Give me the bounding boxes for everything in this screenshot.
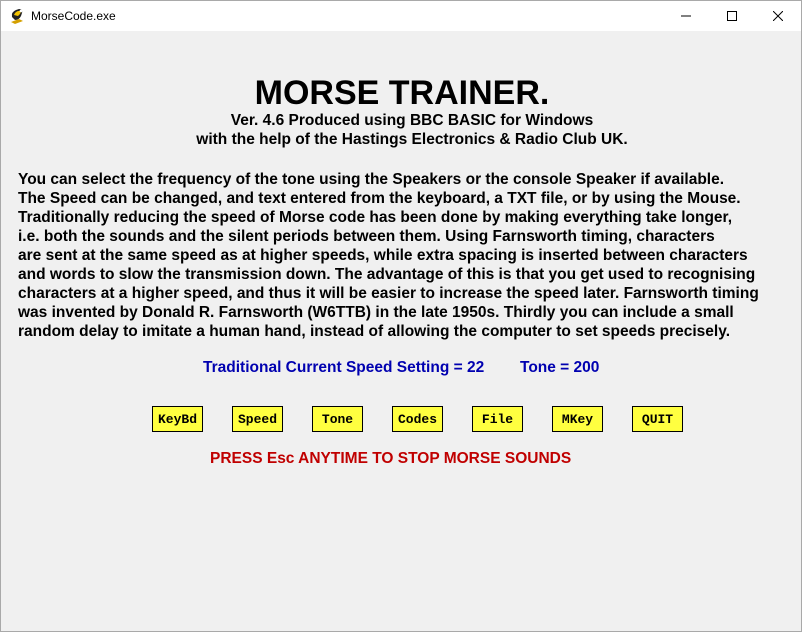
mkey-button[interactable]: MKey <box>552 406 603 432</box>
description-line: You can select the frequency of the tone… <box>18 171 725 188</box>
file-button[interactable]: File <box>472 406 523 432</box>
esc-warning: PRESS Esc ANYTIME TO STOP MORSE SOUNDS <box>210 450 572 467</box>
description-line: and words to slow the transmission down.… <box>18 266 756 283</box>
speed-button[interactable]: Speed <box>232 406 283 432</box>
bbc-basic-app-icon[interactable] <box>9 7 27 25</box>
page-title: MORSE TRAINER. <box>254 74 550 112</box>
description-line: was invented by Donald R. Farnsworth (W6… <box>18 304 734 321</box>
minimize-button[interactable] <box>663 1 709 31</box>
tone-button[interactable]: Tone <box>312 406 363 432</box>
close-button[interactable] <box>755 1 801 31</box>
close-icon <box>773 11 783 21</box>
maximize-button[interactable] <box>709 1 755 31</box>
description-line: The Speed can be changed, and text enter… <box>18 190 741 207</box>
codes-button[interactable]: Codes <box>392 406 443 432</box>
keybd-button[interactable]: KeyBd <box>152 406 203 432</box>
credit-line: with the help of the Hastings Electronic… <box>196 131 628 148</box>
description-paragraph: You can select the frequency of the tone… <box>18 170 788 341</box>
maximize-icon <box>727 11 737 21</box>
version-line: Ver. 4.6 Produced using BBC BASIC for Wi… <box>230 112 594 129</box>
description-line: i.e. both the sounds and the silent peri… <box>18 228 715 245</box>
speed-status: Traditional Current Speed Setting = 22 <box>203 359 485 376</box>
description-line: characters at a higher speed, and thus i… <box>18 285 759 302</box>
title-bar[interactable]: MorseCode.exe <box>1 1 801 31</box>
tone-status: Tone = 200 <box>520 359 600 376</box>
quit-button[interactable]: QUIT <box>632 406 683 432</box>
app-window: MorseCode.exe MORSE TRAINER. Ver. 4.6 Pr… <box>0 0 802 632</box>
description-line: random delay to imitate a human hand, in… <box>18 323 731 340</box>
window-title: MorseCode.exe <box>31 9 116 23</box>
description-line: Traditionally reducing the speed of Mors… <box>18 209 733 226</box>
minimize-icon <box>681 15 691 17</box>
description-line: are sent at the same speed as at higher … <box>18 247 748 264</box>
client-area: MORSE TRAINER. Ver. 4.6 Produced using B… <box>2 31 802 632</box>
